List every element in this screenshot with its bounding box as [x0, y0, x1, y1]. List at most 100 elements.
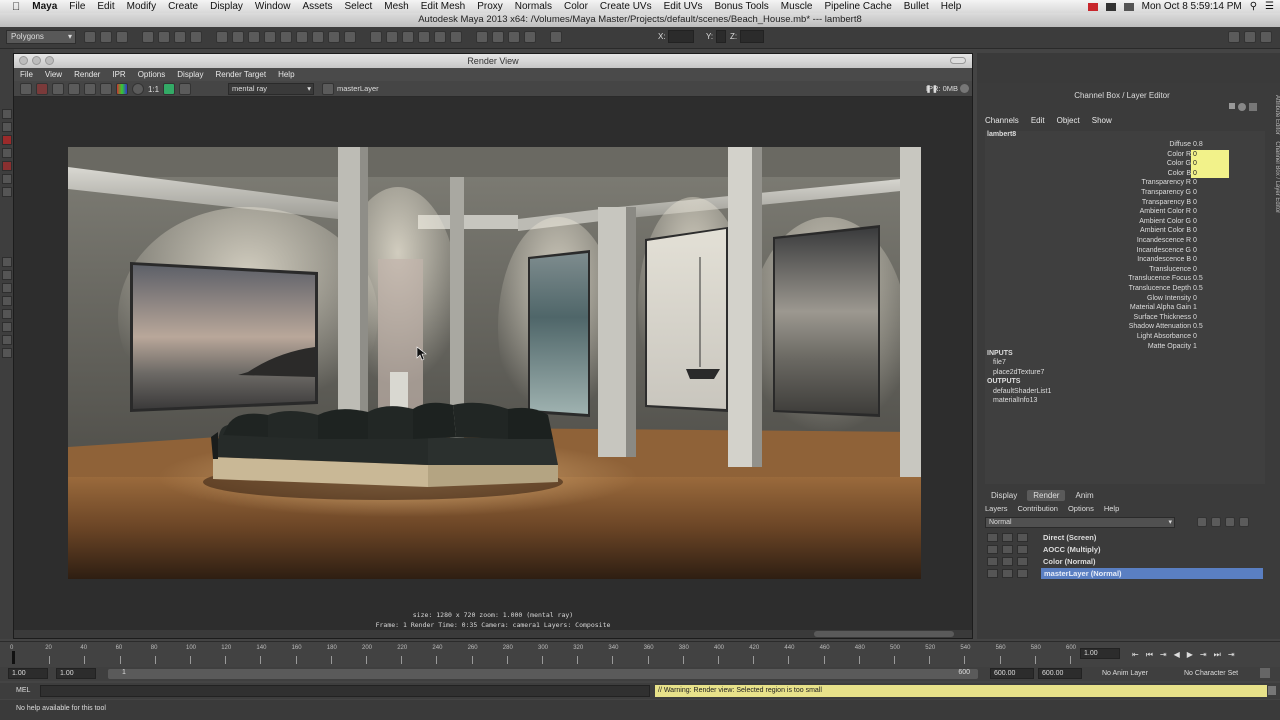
toolbar-toggle-icon[interactable] — [950, 57, 966, 64]
refresh-ipr-icon[interactable] — [84, 83, 96, 95]
renderable-toggle-icon[interactable] — [987, 545, 998, 554]
playback-end-field[interactable]: 600.00 — [990, 668, 1034, 679]
menu-file[interactable]: File — [63, 1, 91, 12]
recycle-toggle-icon[interactable] — [1002, 533, 1013, 542]
channel-value[interactable]: 0.8 — [1191, 140, 1229, 150]
deform-mask-icon[interactable] — [296, 31, 308, 43]
rotate-tool-icon[interactable] — [2, 161, 12, 171]
channel-row[interactable]: Material Alpha Gain 1 — [969, 303, 1229, 313]
render-settings-icon[interactable] — [524, 31, 536, 43]
channel-value[interactable]: 0 — [1191, 149, 1229, 160]
zoom-icon[interactable] — [45, 56, 54, 65]
channel-name[interactable]: Ambient Color G — [1139, 218, 1191, 225]
channel-value[interactable]: 0.5 — [1191, 322, 1229, 332]
snap-plane-icon[interactable] — [434, 31, 446, 43]
pick-mask-icon[interactable] — [216, 31, 228, 43]
channel-value[interactable]: 0 — [1191, 188, 1229, 198]
channel-name[interactable]: Material Alpha Gain — [1130, 304, 1191, 311]
rendered-image[interactable] — [68, 147, 921, 579]
channel-name[interactable]: Light Absorbance — [1137, 333, 1191, 340]
anim-layer-label[interactable]: No Anim Layer — [1102, 670, 1148, 677]
channel-name[interactable]: Incandescence R — [1137, 237, 1191, 244]
select-tool-icon[interactable] — [2, 109, 12, 119]
current-frame-field[interactable]: 1.00 — [1080, 648, 1120, 659]
rv-menu-options[interactable]: Options — [132, 70, 172, 79]
channel-value[interactable]: 0 — [1191, 265, 1229, 275]
channel-name[interactable]: Transparency B — [1142, 199, 1191, 206]
render-layer-name[interactable]: Direct (Screen) — [1043, 532, 1096, 543]
renderable-toggle-icon[interactable] — [987, 569, 998, 578]
channel-name[interactable]: Ambient Color R — [1140, 208, 1191, 215]
horizontal-scrollbar[interactable] — [14, 630, 972, 638]
menu-create-uvs[interactable]: Create UVs — [594, 1, 658, 12]
playback-start-field[interactable]: 1.00 — [56, 668, 96, 679]
tool-settings-toggle-icon[interactable] — [1244, 31, 1256, 43]
channel-row[interactable]: Ambient Color B0 — [969, 226, 1229, 236]
manipulator-tool-icon[interactable] — [2, 187, 12, 197]
channel-row[interactable]: Translucence Focus 0.5 — [969, 274, 1229, 284]
channel-value[interactable]: 0.5 — [1191, 284, 1229, 294]
channel-value[interactable]: 0 — [1191, 168, 1229, 179]
channel-row[interactable]: Ambient Color G0 — [969, 217, 1229, 227]
select-object-icon[interactable] — [158, 31, 170, 43]
channel-name[interactable]: Surface Thickness — [1134, 314, 1191, 321]
render-layer-icon[interactable] — [322, 83, 334, 95]
rv-menu-view[interactable]: View — [39, 70, 68, 79]
render-layer-row[interactable]: AOCC (Multiply) — [985, 544, 1263, 555]
input-field-mode-icon[interactable] — [550, 31, 562, 43]
channel-box-tab[interactable]: Channel Box / Layer Editor — [1274, 141, 1280, 213]
joint-mask-icon[interactable] — [248, 31, 260, 43]
channel-row[interactable]: Color R0 — [969, 149, 1229, 160]
render-settings-icon[interactable] — [100, 83, 112, 95]
channel-row[interactable]: Transparency B0 — [969, 198, 1229, 208]
layout-uv-icon[interactable] — [2, 335, 12, 345]
surface-mask-icon[interactable] — [280, 31, 292, 43]
channel-value[interactable]: 0 — [1191, 294, 1229, 304]
channel-row[interactable]: Transparency G0 — [969, 188, 1229, 198]
channel-row[interactable]: Incandescence B0 — [969, 255, 1229, 265]
render-frame-icon[interactable] — [492, 31, 504, 43]
renderable-toggle-icon[interactable] — [987, 533, 998, 542]
recycle-toggle-icon[interactable] — [1002, 557, 1013, 566]
channel-name[interactable]: Transparency G — [1141, 189, 1191, 196]
spotlight-icon[interactable]: ⚲ — [1250, 1, 1257, 12]
rv-menu-display[interactable]: Display — [171, 70, 209, 79]
live-surface-icon[interactable] — [450, 31, 462, 43]
range-slider[interactable]: 1 600 — [108, 669, 978, 679]
script-editor-icon[interactable] — [1268, 686, 1276, 695]
channel-value[interactable]: 0 — [1191, 159, 1229, 169]
channel-row[interactable]: Diffuse 0.8 — [969, 140, 1229, 150]
menu-assets[interactable]: Assets — [296, 1, 338, 12]
end-time-field[interactable]: 600.00 — [1038, 668, 1082, 679]
channel-value[interactable]: 0 — [1191, 207, 1229, 217]
channel-value[interactable]: 0 — [1191, 178, 1229, 188]
lock-icon[interactable] — [370, 31, 382, 43]
channel-row[interactable]: Light Absorbance 0 — [969, 332, 1229, 342]
channel-row[interactable]: Incandescence G0 — [969, 246, 1229, 256]
channel-value[interactable]: 1 — [1191, 342, 1229, 352]
notification-icon[interactable]: ☰ — [1265, 1, 1274, 12]
menu-muscle[interactable]: Muscle — [775, 1, 819, 12]
display-icon[interactable] — [1105, 2, 1116, 11]
app-menu[interactable]: Maya — [26, 1, 63, 12]
menu-set-selector[interactable]: Polygons ▾ — [6, 30, 76, 44]
channel-value[interactable]: 0 — [1191, 226, 1229, 236]
go-to-start-icon[interactable]: ⇤ — [1132, 650, 1139, 660]
layout-hypershade-icon[interactable] — [2, 322, 12, 332]
move-tool-icon[interactable] — [2, 148, 12, 158]
rv-menu-file[interactable]: File — [14, 70, 39, 79]
new-layer-icon[interactable] — [1225, 517, 1235, 527]
render-layer-row[interactable]: Direct (Screen) — [985, 532, 1263, 543]
dynamic-mask-icon[interactable] — [312, 31, 324, 43]
menu-edit-uvs[interactable]: Edit UVs — [658, 1, 709, 12]
close-icon[interactable] — [19, 56, 28, 65]
layer-menu-contribution[interactable]: Contribution — [1018, 504, 1058, 513]
channel-row[interactable]: Color B0 — [969, 168, 1229, 179]
renderer-selector[interactable]: mental ray ▾ — [228, 83, 314, 95]
layer-menu-help[interactable]: Help — [1104, 504, 1119, 513]
layer-menu-options[interactable]: Options — [1068, 504, 1094, 513]
layer-list-icon[interactable] — [1211, 517, 1221, 527]
mask-icon[interactable] — [190, 31, 202, 43]
render-layer-name[interactable]: Color (Normal) — [1043, 556, 1096, 567]
channel-value[interactable]: 0 — [1191, 198, 1229, 208]
